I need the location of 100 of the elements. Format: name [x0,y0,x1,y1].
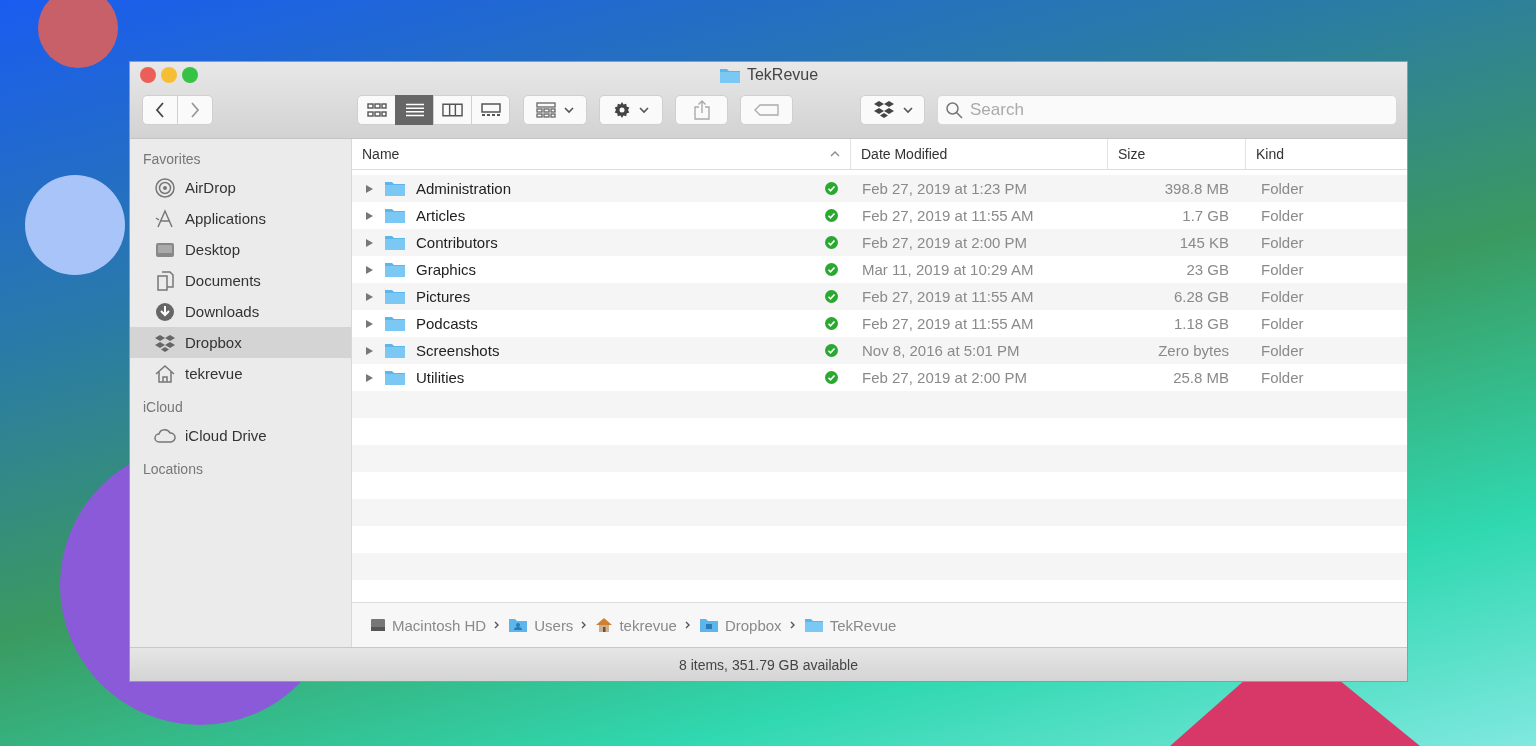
size-cell-text: Zero bytes [1157,342,1230,359]
documents-icon [154,269,176,292]
search-icon [945,101,963,119]
column-header[interactable]: Size [1107,139,1245,169]
gear-icon [613,101,631,119]
kind-cell-text: Folder [1260,234,1305,251]
folder-icon [384,207,406,224]
search-field[interactable]: Search [937,95,1397,125]
file-name: Contributors [416,234,499,251]
column-header[interactable]: Date Modified [850,139,1107,169]
window-title: TekRevue [718,66,819,84]
sidebar-item[interactable]: Documents [130,265,351,296]
disclosure-triangle-icon[interactable] [364,345,374,356]
kind-cell-text: Folder [1260,369,1305,386]
dropbox-icon [872,100,895,120]
size-cell-text: 23 GB [1185,261,1230,278]
list-icon [404,103,425,117]
back-button[interactable] [142,95,178,125]
sidebar-item[interactable]: Applications [130,203,351,234]
file-name: Pictures [416,288,472,305]
size-cell-text: 1.7 GB [1181,207,1230,224]
file-name: Graphics [416,261,478,278]
tag-icon [753,104,780,116]
chevron-down-icon [902,106,913,114]
disclosure-triangle-icon[interactable] [364,372,374,383]
sidebar-heading: Locations [142,461,204,479]
folder-icon [508,617,529,633]
columns-icon [442,103,463,117]
chevron-left-icon [155,102,165,118]
sidebar-item[interactable]: Downloads [130,296,351,327]
file-name: Podcasts [416,315,479,332]
airdrop-icon [154,176,176,199]
folder-icon [384,342,406,359]
size-cell-text: 6.28 GB [1172,288,1230,305]
folder-icon [698,617,719,633]
folder-icon [718,66,741,84]
column-header[interactable]: Kind [1245,139,1407,169]
disclosure-triangle-icon[interactable] [364,264,374,275]
sidebar-item[interactable]: iCloud Drive [130,420,351,451]
column-header[interactable]: Name [352,139,850,169]
file-name: Administration [416,180,513,197]
chevron-right-icon [581,621,588,629]
gallery-icon [480,103,501,117]
arrange-icon [536,102,556,118]
date-cell-text: Feb 27, 2019 at 2:00 PM [861,234,1029,251]
disclosure-triangle-icon[interactable] [364,291,374,302]
chevron-right-icon [789,621,796,629]
disclosure-triangle-icon[interactable] [364,183,374,194]
size-cell-text: 25.8 MB [1172,369,1230,386]
chevron-right-icon [190,102,200,118]
date-cell-text: Feb 27, 2019 at 1:23 PM [861,180,1029,197]
folder-icon [384,261,406,278]
date-cell-text: Mar 11, 2019 at 10:29 AM [861,261,1035,278]
file-name: Articles [416,207,467,224]
share-icon [693,100,710,120]
sidebar-item[interactable]: Dropbox [130,327,351,358]
date-cell-text: Feb 27, 2019 at 11:55 AM [861,207,1035,224]
date-cell-text: Feb 27, 2019 at 11:55 AM [861,315,1035,332]
size-cell-text: 1.18 GB [1172,315,1230,332]
folder-icon [384,288,406,305]
action-button[interactable] [599,95,663,125]
dropbox-menu-button[interactable] [860,95,925,125]
folder-icon [803,617,824,633]
applications-icon [154,207,176,230]
chevron-right-icon [684,621,691,629]
chevron-down-icon [564,106,574,114]
file-name: Screenshots [416,342,501,359]
icon-grid-icon [366,103,387,117]
disclosure-triangle-icon[interactable] [364,237,374,248]
view-mode-button[interactable] [395,95,434,125]
date-cell-text: Feb 27, 2019 at 11:55 AM [861,288,1035,305]
house-icon [154,362,176,385]
sidebar-item[interactable]: tekrevue [130,358,351,389]
kind-cell-text: Folder [1260,342,1305,359]
size-cell-text: 145 KB [1178,234,1230,251]
folder-icon [384,315,406,332]
house-icon [595,617,614,633]
close-button[interactable] [140,67,156,83]
disclosure-triangle-icon[interactable] [364,318,374,329]
chevron-right-icon [494,621,501,629]
size-cell-text: 398.8 MB [1163,180,1230,197]
kind-cell-text: Folder [1260,315,1305,332]
kind-cell-text: Folder [1260,207,1305,224]
kind-cell-text: Folder [1260,180,1305,197]
sidebar-item[interactable]: Desktop [130,234,351,265]
folder-icon [384,180,406,197]
folder-icon [384,369,406,386]
date-cell-text: Feb 27, 2019 at 2:00 PM [861,369,1029,386]
sidebar-heading: iCloud [142,399,184,417]
sidebar-item[interactable]: AirDrop [130,172,351,203]
status-text: 8 items, 351.79 GB available [679,656,858,673]
folder-icon [384,234,406,251]
disclosure-triangle-icon[interactable] [364,210,374,221]
sidebar-heading: Favorites [142,151,202,169]
file-name: Utilities [416,369,466,386]
arrange-button[interactable] [523,95,587,125]
kind-cell-text: Folder [1260,261,1305,278]
chevron-down-icon [639,106,649,114]
kind-cell-text: Folder [1260,288,1305,305]
download-icon [154,300,176,323]
